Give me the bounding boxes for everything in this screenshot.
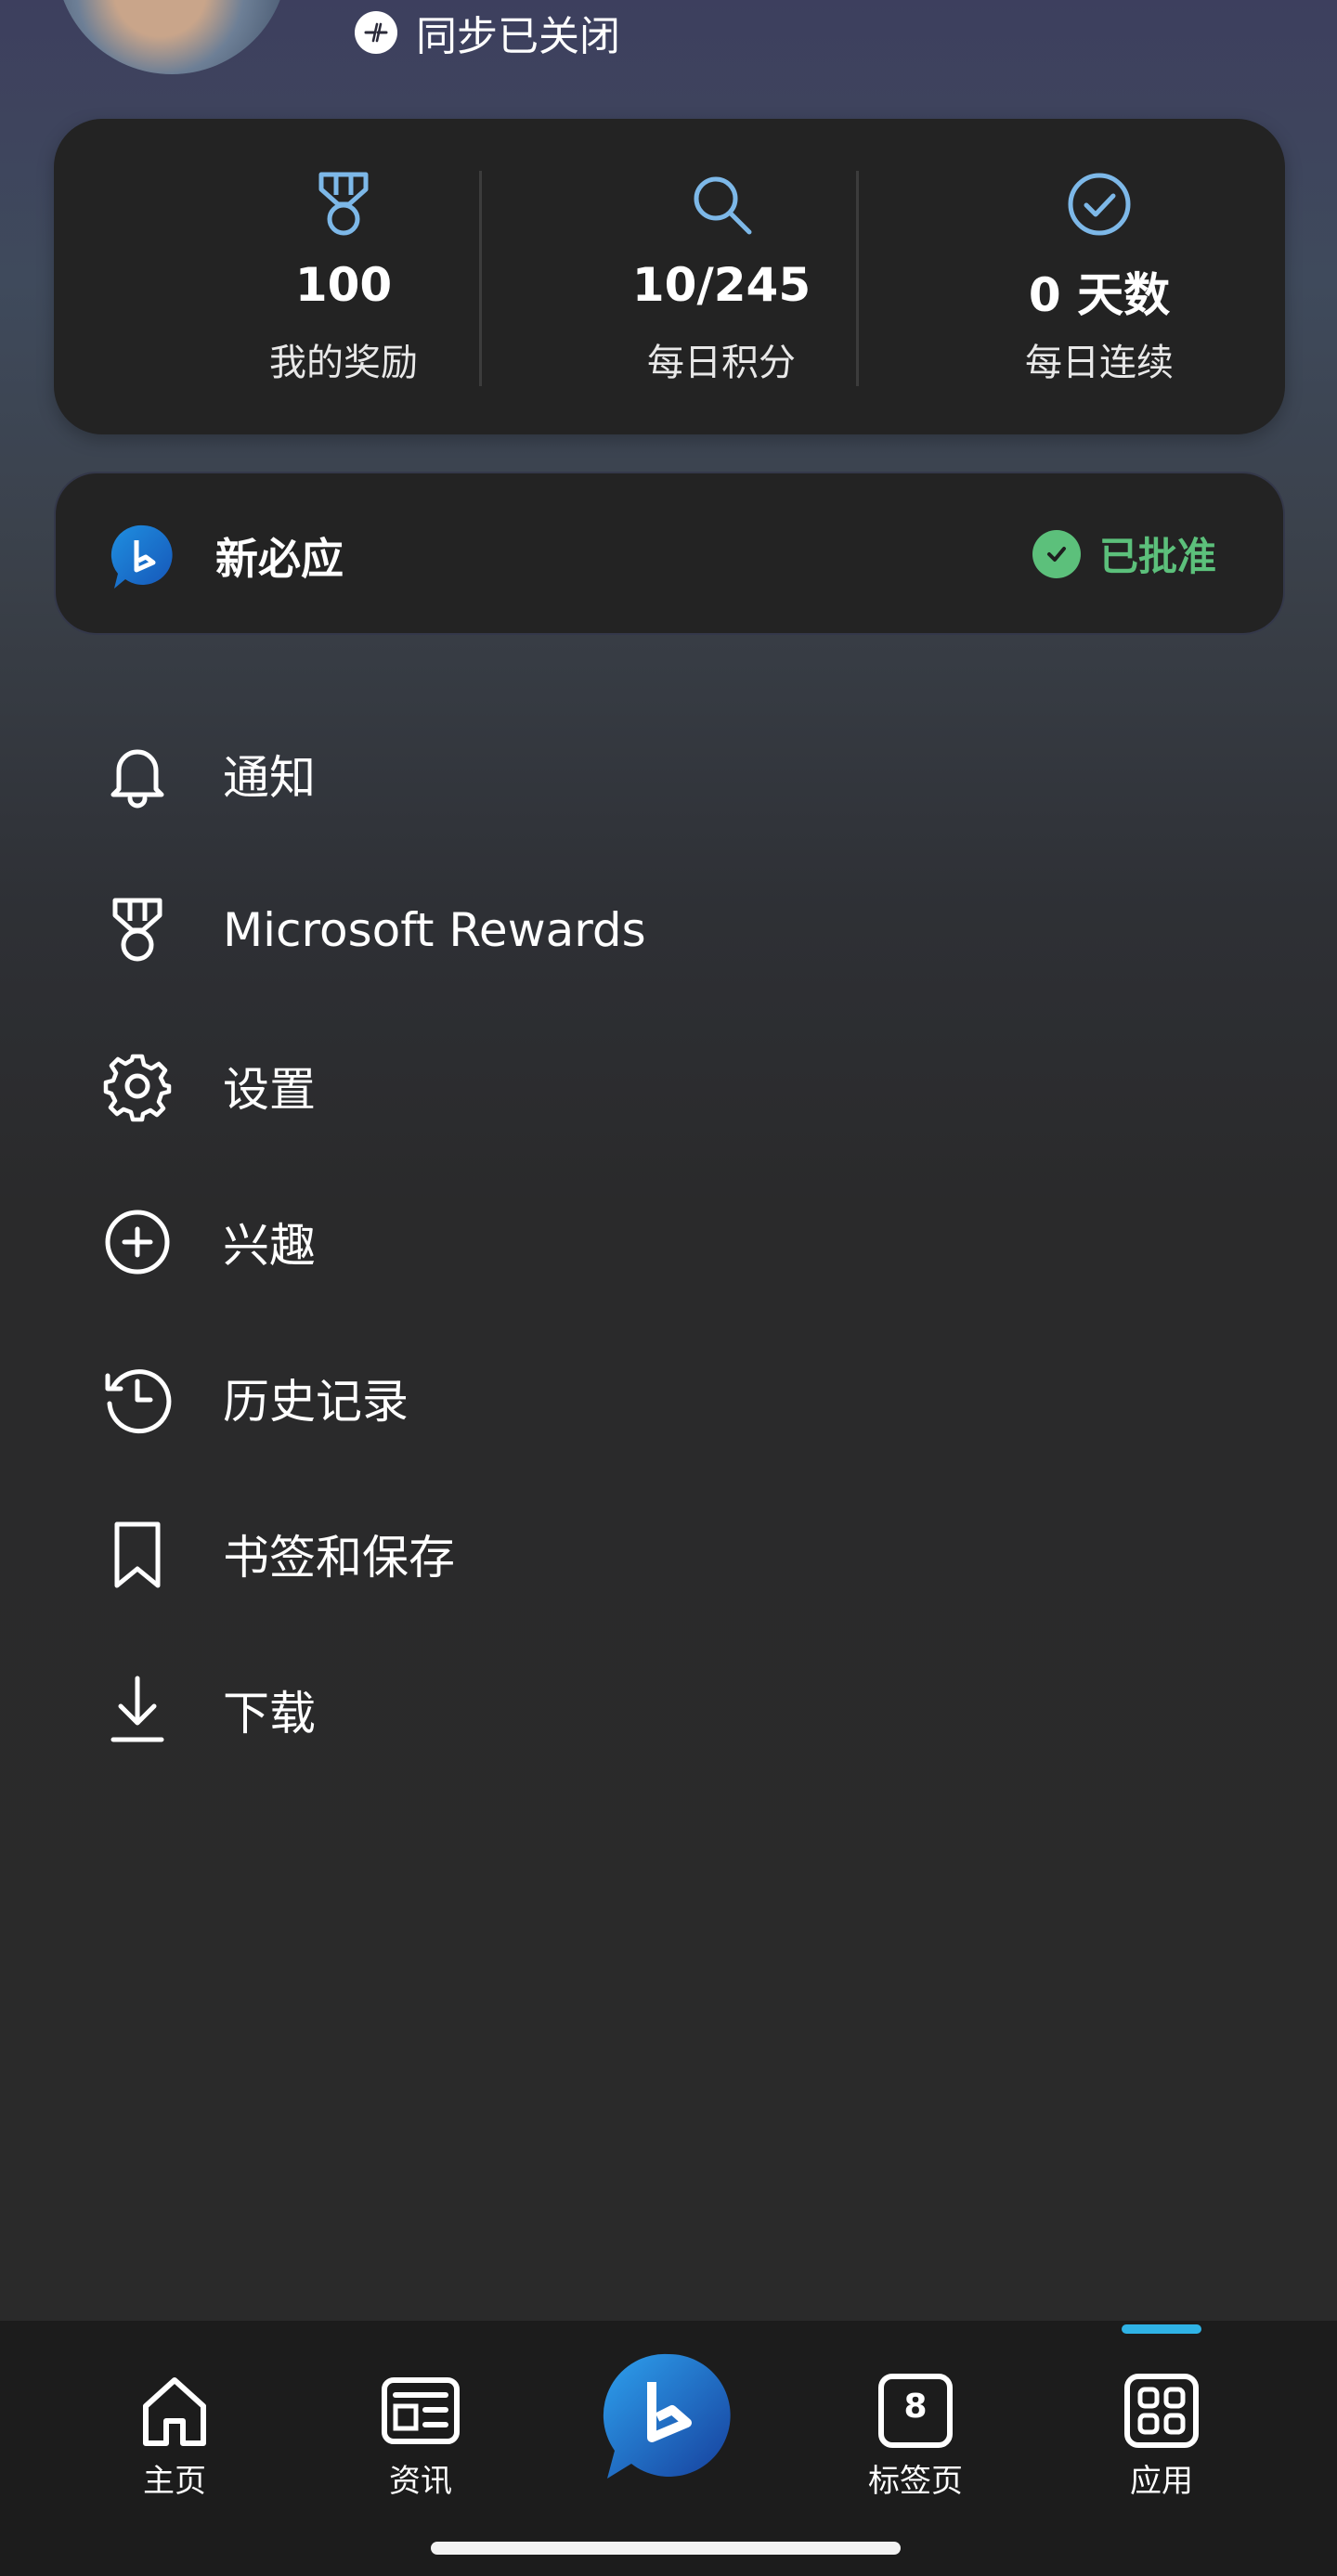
nav-news[interactable]: 资讯 [328,2321,513,2506]
news-icon [382,2377,460,2444]
stat-value: 10/245 [631,258,811,312]
gear-icon [103,1054,172,1122]
menu-item-interests[interactable]: 兴趣 [0,1164,1337,1320]
status-text: 已批准 [1098,534,1216,579]
nav-label: 主页 [143,2463,206,2500]
stat-label: 我的奖励 [269,342,418,384]
nav-label: 应用 [1130,2463,1193,2500]
download-icon [110,1676,164,1742]
plus-circle-icon [105,1210,170,1275]
bing-chat-icon[interactable] [602,2349,735,2482]
tab-count: 8 [903,2388,928,2426]
sync-off-icon [355,11,397,54]
stat-rewards[interactable]: 100 我的奖励 [158,119,529,434]
menu-label: Microsoft Rewards [223,903,646,957]
bottom-nav: 主页 资讯 8 标签页 应用 [0,2321,1337,2576]
menu-item-bookmarks[interactable]: 书签和保存 [0,1476,1337,1632]
history-icon [105,1369,172,1434]
bell-icon [110,749,164,809]
stat-label: 每日积分 [647,342,796,384]
nav-home[interactable]: 主页 [82,2321,267,2506]
sync-status[interactable]: 同步已关闭 [355,0,620,65]
stat-value: 0 天数 [1028,268,1171,322]
medal-icon [318,172,369,236]
menu-label: 历史记录 [223,1375,409,1429]
menu-item-downloads[interactable]: 下载 [0,1632,1337,1788]
menu-label: 兴趣 [223,1219,316,1273]
menu-item-history[interactable]: 历史记录 [0,1320,1337,1476]
menu-label: 书签和保存 [223,1531,455,1585]
nav-label: 资讯 [389,2463,452,2500]
search-icon [694,176,752,235]
menu-item-notifications[interactable]: 通知 [0,696,1337,852]
apps-icon [1124,2374,1199,2448]
check-circle-icon [1068,173,1131,236]
bing-chat-icon [110,524,173,589]
divider [856,171,859,386]
rewards-stats-card: 100 我的奖励 10/245 每日积分 0 天数 每日连续 [54,119,1285,434]
menu-label: 通知 [223,751,316,805]
bookmark-icon [114,1521,161,1588]
new-bing-label: 新必应 [215,534,344,584]
nav-tabs[interactable]: 8 标签页 [823,2321,1008,2506]
menu-label: 下载 [223,1687,316,1741]
stat-label: 每日连续 [1025,342,1174,384]
divider [479,171,482,386]
new-bing-card[interactable]: 新必应 已批准 [54,472,1285,635]
stat-streak[interactable]: 0 天数 每日连续 [914,119,1285,434]
approved-status: 已批准 [1032,525,1216,582]
menu-item-settings[interactable]: 设置 [0,1008,1337,1164]
stat-value: 100 [294,258,393,312]
stat-daily-points[interactable]: 10/245 每日积分 [536,119,907,434]
home-icon [143,2377,206,2446]
avatar[interactable] [56,0,288,74]
sync-status-text: 同步已关闭 [416,13,620,60]
home-indicator[interactable] [431,2542,901,2555]
medal-icon [112,898,162,962]
check-icon [1032,529,1081,578]
menu-item-rewards[interactable]: Microsoft Rewards [0,852,1337,1008]
menu-label: 设置 [223,1063,316,1117]
nav-apps[interactable]: 应用 [1069,2321,1254,2506]
nav-label: 标签页 [868,2463,963,2500]
